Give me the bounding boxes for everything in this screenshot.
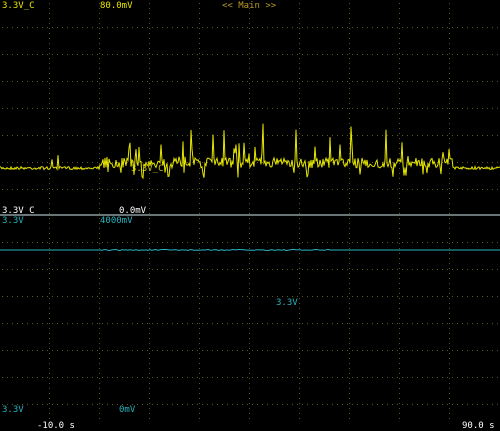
grid-dots [2,3,498,419]
channel-v-trace-marker: 3.3V [276,298,298,308]
waveform-plot [0,3,500,419]
time-end-label: 90.0 s [462,421,495,431]
channel-v-scale: 4000mV [100,216,133,226]
channel-v-name-bottom: 3.3V [2,405,24,415]
channel-c-name-divider: 3.3V_C [2,206,35,216]
channel-c-scale: 80.0mV [100,1,133,11]
cyan-trace-3v3 [0,248,500,252]
channel-c-name-top: 3.3V_C [2,1,35,11]
channel-v-offset: 0mV [119,405,136,415]
channel-v-name-divider: 3.3V [2,216,24,226]
time-start-label: -10.0 s [37,421,75,431]
channel-c-offset: 0.0mV [119,206,147,216]
oscilloscope-screen: 3.3V_C 80.0mV << Main >> 3.3V_C 3.3V_C 0… [0,0,500,431]
mode-label[interactable]: << Main >> [222,1,276,11]
yellow-trace-3v3c [0,123,500,180]
channel-c-trace-marker: 3.3V_C [131,164,164,174]
